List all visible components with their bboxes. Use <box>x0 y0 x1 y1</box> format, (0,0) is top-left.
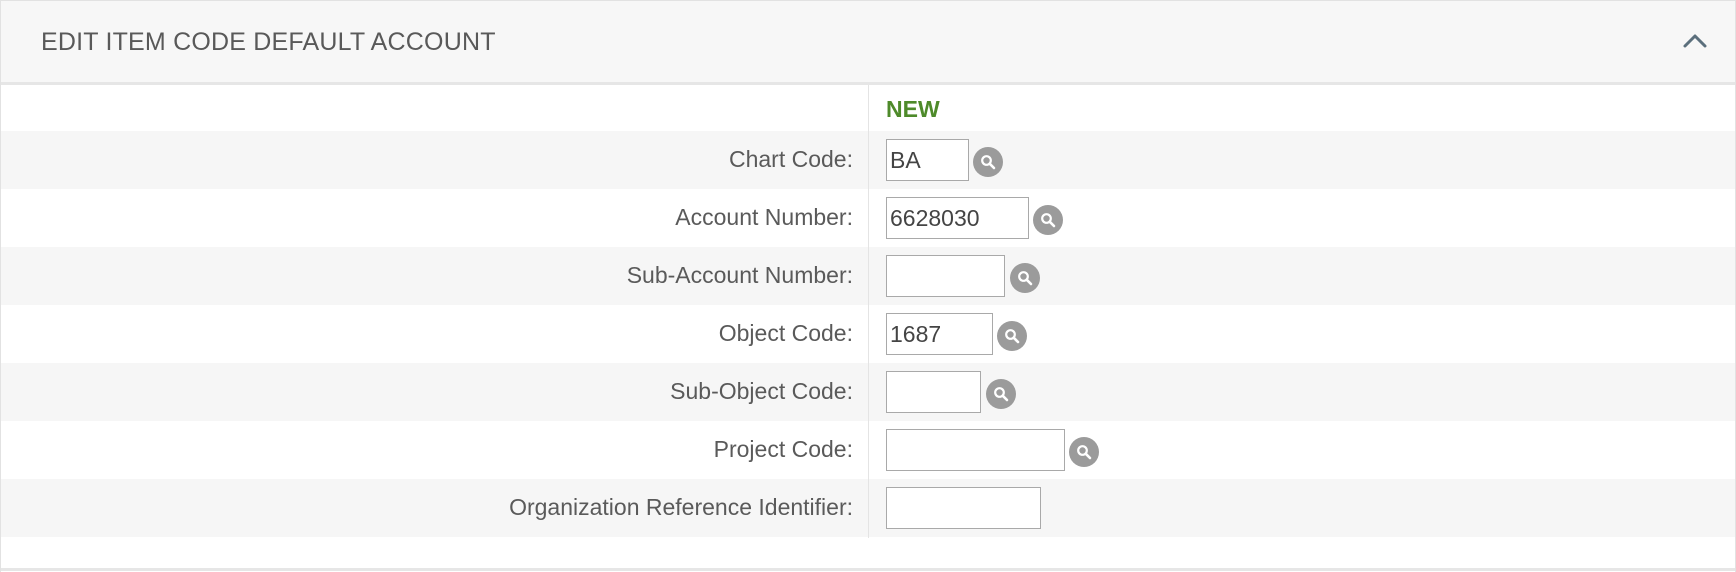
project-code-lookup-button[interactable] <box>1069 437 1099 467</box>
object-code-label: Object Code: <box>718 320 853 346</box>
search-icon <box>1018 271 1033 286</box>
chart-code-lookup-button[interactable] <box>973 147 1003 177</box>
search-icon <box>994 387 1009 402</box>
panel-bottom-border <box>1 568 1735 571</box>
org-ref-id-label: Organization Reference Identifier: <box>509 494 853 520</box>
search-icon <box>981 155 996 170</box>
org-ref-id-input[interactable] <box>886 487 1041 529</box>
column-divider <box>868 85 869 538</box>
sub-object-code-label: Sub-Object Code: <box>670 378 853 404</box>
panel-title: EDIT ITEM CODE DEFAULT ACCOUNT <box>41 28 496 56</box>
project-code-label: Project Code: <box>713 436 853 462</box>
object-code-lookup-button[interactable] <box>997 321 1027 351</box>
sub-account-number-input[interactable] <box>886 255 1005 297</box>
object-code-input[interactable] <box>886 313 993 355</box>
sub-account-number-label: Sub-Account Number: <box>626 262 853 288</box>
sub-account-number-lookup-button[interactable] <box>1010 263 1040 293</box>
search-icon <box>1041 213 1056 228</box>
account-number-lookup-button[interactable] <box>1033 205 1063 235</box>
panel-header: EDIT ITEM CODE DEFAULT ACCOUNT <box>1 1 1735 85</box>
search-icon <box>1005 329 1020 344</box>
edit-item-code-default-account-panel: EDIT ITEM CODE DEFAULT ACCOUNT NEW Chart… <box>0 0 1736 572</box>
search-icon <box>1077 445 1092 460</box>
status-label: NEW <box>886 96 940 122</box>
account-number-label: Account Number: <box>675 204 853 230</box>
chart-code-label: Chart Code: <box>728 146 853 172</box>
project-code-input[interactable] <box>886 429 1065 471</box>
chevron-up-icon <box>1683 34 1707 48</box>
sub-object-code-lookup-button[interactable] <box>986 379 1016 409</box>
chart-code-input[interactable] <box>886 139 969 181</box>
collapse-button[interactable] <box>1677 23 1713 59</box>
account-number-input[interactable] <box>886 197 1029 239</box>
sub-object-code-input[interactable] <box>886 371 981 413</box>
